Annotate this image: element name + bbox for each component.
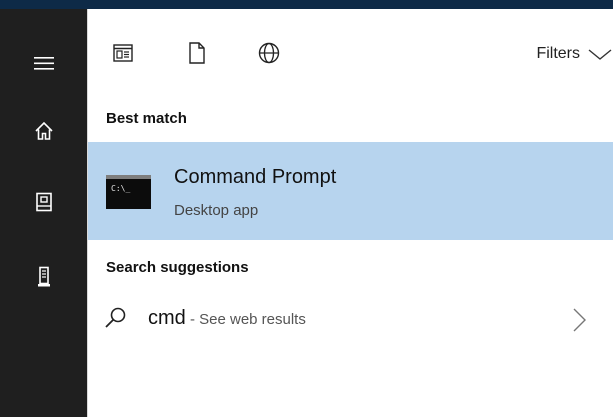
- suggestion-text: cmd - See web results: [148, 307, 306, 330]
- web-suggestion-item[interactable]: cmd - See web results: [88, 295, 613, 347]
- best-match-heading: Best match: [106, 110, 187, 127]
- command-prompt-icon-text: C:\_: [111, 184, 131, 193]
- suggestion-query: cmd: [148, 307, 186, 329]
- search-icon: [105, 307, 126, 328]
- best-match-result[interactable]: C:\_ Command Prompt Desktop app: [88, 142, 613, 240]
- chevron-right-icon[interactable]: [568, 307, 590, 333]
- documents-icon: [189, 42, 205, 64]
- device-icon: [37, 266, 50, 287]
- web-filter-button[interactable]: [256, 40, 282, 66]
- filters-label: Filters: [536, 45, 580, 62]
- search-suggestions-heading: Search suggestions: [106, 259, 249, 276]
- apps-filter-button[interactable]: [110, 40, 136, 66]
- app-type: Desktop app: [174, 202, 259, 219]
- home-button[interactable]: [0, 107, 87, 155]
- home-icon: [34, 121, 53, 140]
- hamburger-menu-icon: [33, 57, 54, 70]
- search-toolbar: Filters: [88, 9, 613, 97]
- app-name: Command Prompt: [174, 166, 337, 188]
- window-top-bar: [0, 0, 613, 9]
- filters-dropdown[interactable]: Filters: [536, 42, 613, 66]
- menu-button[interactable]: [0, 39, 87, 87]
- start-left-rail: [0, 9, 87, 417]
- device-button[interactable]: [0, 253, 87, 301]
- web-icon: [258, 42, 280, 64]
- notebook-button[interactable]: [0, 178, 87, 226]
- command-prompt-icon: C:\_: [106, 175, 151, 209]
- search-results-panel: Filters Best match C:\_ Command Prompt D…: [87, 9, 613, 417]
- suggestion-suffix: - See web results: [185, 311, 306, 328]
- documents-filter-button[interactable]: [184, 40, 210, 66]
- notebook-icon: [35, 192, 52, 212]
- chevron-down-icon: [588, 49, 612, 60]
- apps-icon: [113, 44, 133, 62]
